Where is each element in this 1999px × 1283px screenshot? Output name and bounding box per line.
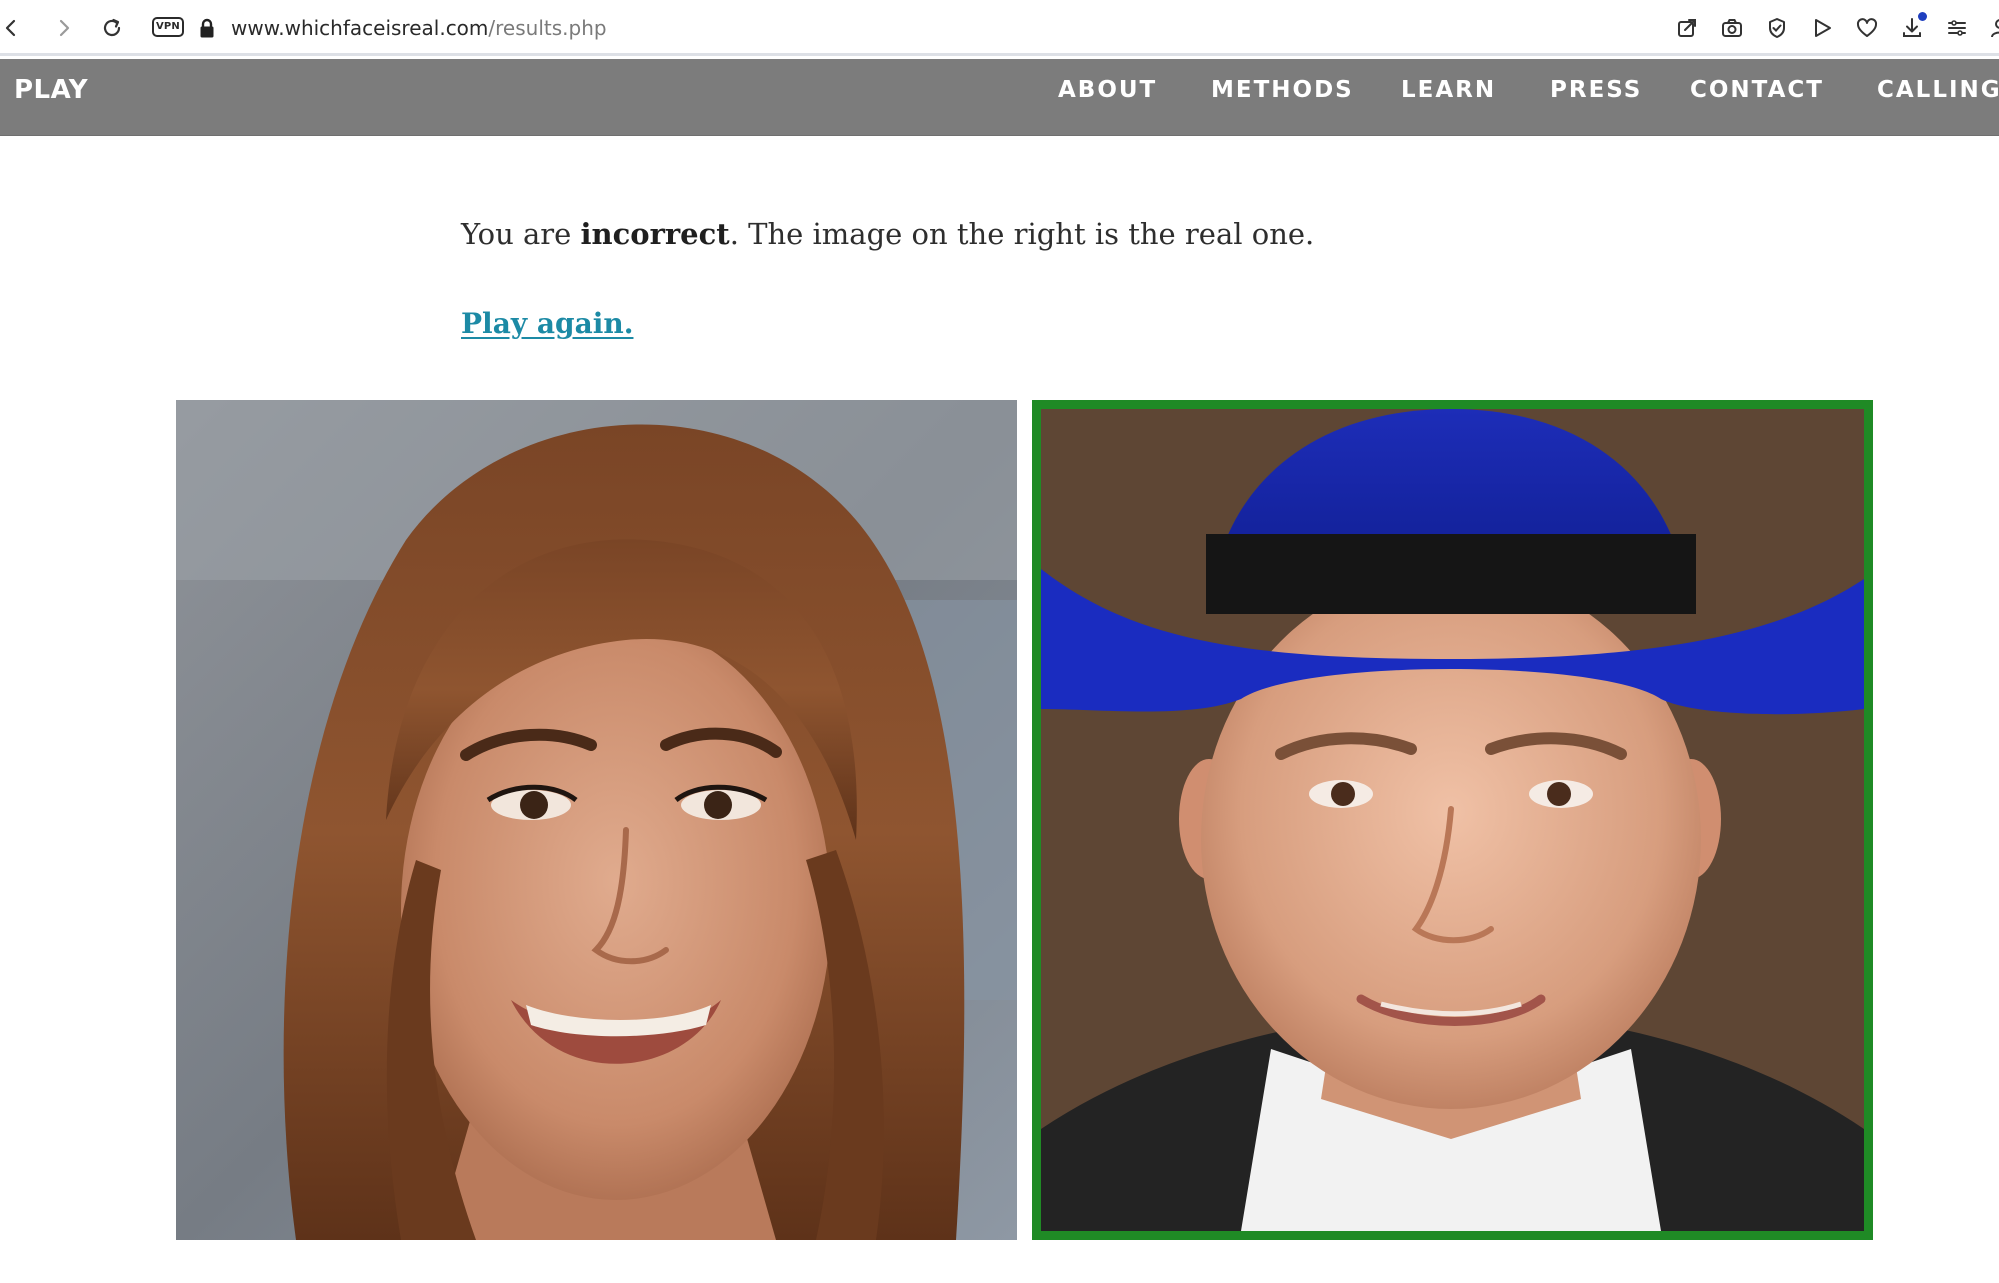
url-domain: www.whichfaceisreal.com bbox=[231, 16, 489, 40]
reload-icon[interactable] bbox=[98, 14, 126, 42]
result-suffix: . The image on the right is the real one… bbox=[729, 217, 1315, 251]
browser-toolbar: VPN www.whichfaceisreal.com/results.php bbox=[0, 0, 1999, 56]
camera-icon[interactable] bbox=[1718, 14, 1746, 42]
menu-icon[interactable] bbox=[1943, 14, 1971, 42]
nav-calling[interactable]: CALLING bbox=[1877, 59, 1999, 121]
profile-icon[interactable] bbox=[1986, 14, 1999, 42]
send-icon[interactable] bbox=[1808, 14, 1836, 42]
download-badge bbox=[1918, 12, 1927, 21]
vpn-badge[interactable]: VPN bbox=[152, 17, 184, 37]
back-icon[interactable] bbox=[0, 14, 28, 42]
nav-learn[interactable]: LEARN bbox=[1401, 59, 1496, 121]
address-bar[interactable]: www.whichfaceisreal.com/results.php bbox=[231, 14, 607, 42]
nav-contact[interactable]: CONTACT bbox=[1690, 59, 1824, 121]
url-path: /results.php bbox=[488, 16, 607, 40]
lock-icon[interactable] bbox=[193, 14, 221, 42]
shield-icon[interactable] bbox=[1763, 14, 1791, 42]
nav-press[interactable]: PRESS bbox=[1550, 59, 1642, 121]
site-nav: PLAY ABOUT METHODS LEARN PRESS CONTACT C… bbox=[0, 59, 1999, 136]
nav-methods[interactable]: METHODS bbox=[1211, 59, 1354, 121]
result-verdict: incorrect bbox=[580, 217, 730, 251]
nav-play[interactable]: PLAY bbox=[14, 59, 88, 121]
face-image-left[interactable] bbox=[176, 400, 1017, 1240]
result-message: You are incorrect. The image on the righ… bbox=[461, 212, 1314, 256]
face-image-right-real[interactable] bbox=[1032, 400, 1873, 1240]
result-prefix: You are bbox=[461, 217, 581, 251]
share-icon[interactable] bbox=[1673, 14, 1701, 42]
forward-icon[interactable] bbox=[50, 14, 78, 42]
heart-icon[interactable] bbox=[1853, 14, 1881, 42]
play-again-link[interactable]: Play again. bbox=[461, 302, 633, 346]
nav-about[interactable]: ABOUT bbox=[1058, 59, 1157, 121]
